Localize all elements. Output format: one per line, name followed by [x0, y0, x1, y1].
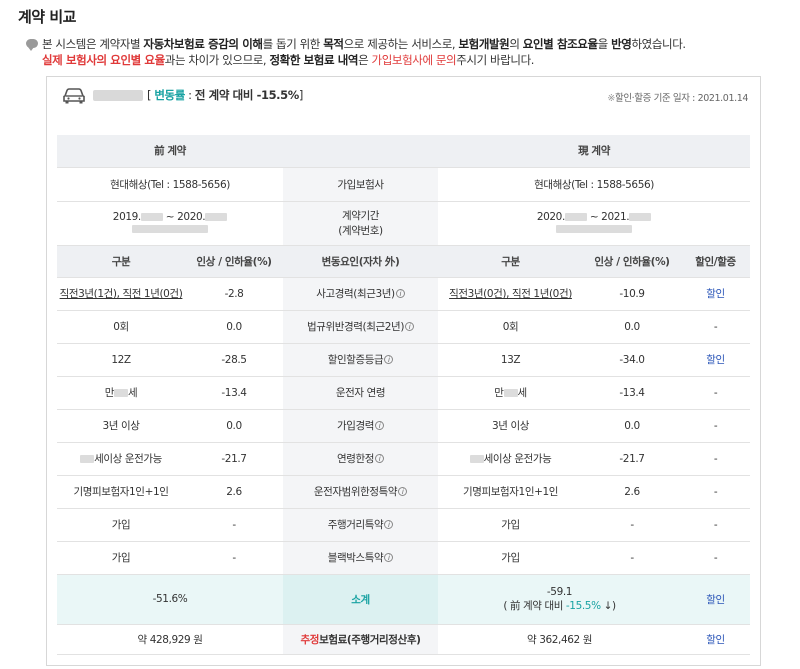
table-row: 0회 0.0 법규위반경력(최근2년) i 0회 0.0 - [57, 310, 751, 344]
curr-insurer: 현대해상(Tel : 1588-5656) [438, 167, 751, 202]
table-row: 3년 이상 0.0 가입경력 i 3년 이상 0.0 - [57, 409, 751, 443]
masked-contract-number [556, 225, 633, 233]
table-row: 기명피보험자1인+1인 2.6 운전자범위한정특약 i 기명피보험자1인+1인 2… [57, 475, 751, 509]
info-icon[interactable]: i [384, 520, 394, 529]
info-icon[interactable]: i [375, 454, 385, 463]
change-rate-label: 변동률 [154, 88, 185, 102]
prev-premium: 약 428,929 원 [57, 624, 284, 655]
prev-period: 2019. ~ 2020. [57, 201, 284, 246]
masked-contract-number [132, 225, 208, 233]
info-icon[interactable]: i [384, 355, 394, 364]
curr-subtotal: -59.1 ( 前 계약 대비 -15.5% ↓) [438, 574, 682, 625]
discount-badge: 할인 [681, 343, 751, 377]
comparison-table: 前 계약 現 계약 현대해상(Tel : 1588-5656) 가입보험사 현대… [57, 135, 751, 655]
insurer-label: 가입보험사 [283, 167, 439, 202]
summary-header: [ 변동률 : 전 계약 대비 -15.5%] ※할인·할증 기준 일자 : 2… [47, 77, 760, 115]
table-row: 가입 - 주행거리특약 i 가입 - - [57, 508, 751, 542]
table-row: 12Z -28.5 할인할증등급 i 13Z -34.0 할인 [57, 343, 751, 377]
contract-comparison-panel: [ 변동률 : 전 계약 대비 -15.5%] ※할인·할증 기준 일자 : 2… [46, 76, 761, 666]
curr-premium: 약 362,462 원 [438, 624, 682, 655]
discount-badge: 할인 [681, 624, 751, 655]
curr-contract-header: 現 계약 [438, 135, 751, 168]
prev-subtotal: -51.6% [57, 574, 284, 625]
premium-row: 약 428,929 원 추정보험료(주행거리정산후) 약 362,462 원 할… [57, 624, 751, 655]
table-row: 세이상 운전가능 -21.7 연령한정 i 세이상 운전가능 -21.7 - [57, 442, 751, 476]
premium-label: 추정보험료(주행거리정산후) [283, 624, 439, 655]
discount-badge: 할인 [681, 574, 751, 625]
change-rate-summary: [ 변동률 : 전 계약 대비 -15.5%] [147, 88, 303, 102]
speech-bubble-icon [26, 39, 38, 51]
insurer-row: 현대해상(Tel : 1588-5656) 가입보험사 현대해상(Tel : 1… [57, 167, 751, 202]
info-icon[interactable]: i [398, 487, 408, 496]
curr-period: 2020. ~ 2021. [438, 201, 751, 246]
notice-text: 본 시스템은 계약자별 자동차보험료 증감의 이해를 돕기 위한 목적으로 제공… [26, 36, 787, 68]
info-icon[interactable]: i [405, 322, 415, 331]
table-row: 가입 - 블랙박스특약 i 가입 - - [57, 541, 751, 575]
table-row: 직전3년(1건), 직전 1년(0건) -2.8 사고경력(최근3년) i 직전3… [57, 277, 751, 311]
change-rate-value: 전 계약 대비 -15.5% [194, 88, 299, 102]
period-label: 계약기간 (계약번호) [283, 201, 439, 246]
page-title: 계약 비교 [18, 8, 76, 26]
basis-date: ※할인·할증 기준 일자 : 2021.01.14 [607, 93, 748, 104]
subtotal-label: 소계 [283, 574, 439, 625]
info-icon[interactable]: i [375, 421, 385, 430]
car-icon [63, 88, 85, 104]
prev-insurer: 현대해상(Tel : 1588-5656) [57, 167, 284, 202]
prev-contract-header: 前 계약 [57, 135, 284, 168]
period-row: 2019. ~ 2020. 계약기간 (계약번호) 2020. ~ 2021. [57, 201, 751, 246]
info-icon[interactable]: i [384, 553, 394, 562]
column-header-row: 구분 인상 / 인하율(%) 변동요인(자차 外) 구분 인상 / 인하율(%)… [57, 245, 751, 278]
table-row: 만세 -13.4 운전자 연령 만세 -13.4 - [57, 376, 751, 410]
info-icon[interactable]: i [395, 289, 405, 298]
subtotal-row: -51.6% 소계 -59.1 ( 前 계약 대비 -15.5% ↓) 할인 [57, 574, 751, 625]
contract-header-row: 前 계약 現 계약 [57, 135, 751, 168]
discount-badge: 할인 [681, 277, 751, 311]
masked-vehicle-name [93, 90, 143, 101]
